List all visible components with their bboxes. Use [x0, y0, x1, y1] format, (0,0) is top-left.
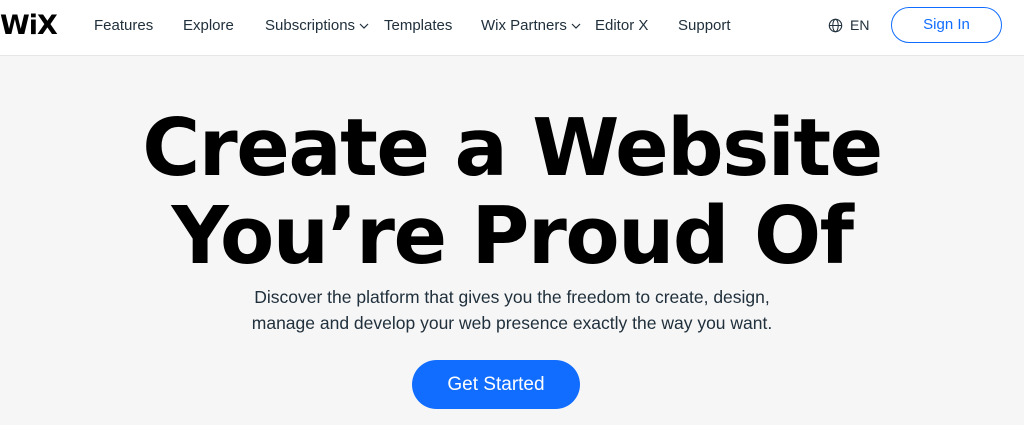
nav-editor-x[interactable]: Editor X — [595, 17, 648, 34]
nav-explore[interactable]: Explore — [183, 17, 234, 34]
hero-subtitle-line-2: manage and develop your web presence exa… — [251, 313, 773, 333]
nav-templates-label: Templates — [384, 17, 453, 34]
hero-title-line-1: Create a Website — [142, 102, 883, 194]
sign-in-button[interactable]: Sign In — [891, 7, 1002, 43]
chevron-down-icon — [359, 23, 369, 29]
nav-subscriptions-label: Subscriptions — [265, 17, 356, 34]
get-started-button[interactable]: Get Started — [412, 360, 580, 409]
chevron-down-icon — [571, 23, 581, 29]
nav-features[interactable]: Features — [94, 17, 153, 34]
nav-support-label: Support — [678, 17, 731, 34]
hero-subtitle-line-1: Discover the platform that gives you the… — [254, 287, 770, 307]
globe-icon — [828, 18, 843, 32]
nav-wix-partners[interactable]: Wix Partners — [481, 17, 582, 34]
nav-subscriptions[interactable]: Subscriptions — [265, 17, 370, 34]
hero-title-line-2: You’re Proud Of — [171, 190, 854, 282]
nav-templates[interactable]: Templates — [384, 17, 452, 34]
language-selector[interactable]: EN — [828, 17, 869, 33]
language-label: EN — [850, 17, 870, 33]
nav-support[interactable]: Support — [678, 17, 731, 34]
site-header: WiX Features Explore Subscriptions Templ… — [0, 0, 1024, 56]
nav-editor-x-label: Editor X — [595, 17, 649, 34]
nav-features-label: Features — [94, 17, 154, 34]
nav-explore-label: Explore — [183, 17, 234, 34]
hero-title: Create a Website You’re Proud Of — [0, 104, 1024, 280]
nav-wix-partners-label: Wix Partners — [481, 17, 567, 34]
hero-subtitle: Discover the platform that gives you the… — [0, 284, 1024, 336]
wix-logo[interactable]: WiX — [0, 10, 58, 41]
